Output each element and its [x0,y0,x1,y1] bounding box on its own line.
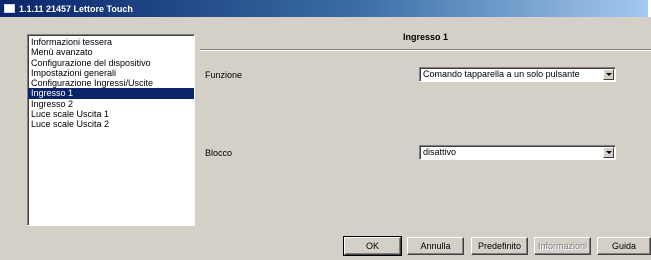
funzione-label: Funzione [205,70,243,80]
funzione-dropdown[interactable]: Comando tapparella a un solo pulsante [419,67,616,82]
sidebar-item-ingresso-2[interactable]: Ingresso 2 [28,99,194,109]
panel-divider [200,49,651,51]
sidebar-item-luce-scale-uscita-2[interactable]: Luce scale Uscita 2 [28,119,194,129]
blocco-value: disattivo [423,147,457,157]
chevron-down-icon[interactable] [603,147,614,158]
sidebar-item-menu-avanzato[interactable]: Menù avanzato [28,47,194,57]
sidebar-item-informazioni-tessera[interactable]: Informazioni tessera [28,37,194,47]
sidebar-list[interactable]: Informazioni tessera Menù avanzato Confi… [27,34,195,226]
predefinito-button[interactable]: Predefinito [471,237,528,255]
sidebar-item-impostazioni-generali[interactable]: Impostazioni generali [28,68,194,78]
sidebar-item-configurazione-io[interactable]: Configurazione Ingressi/Uscite [28,78,194,88]
sidebar-item-ingresso-1[interactable]: Ingresso 1 [28,88,194,99]
ok-button[interactable]: OK [343,236,402,256]
funzione-value: Comando tapparella a un solo pulsante [423,69,580,79]
chevron-down-icon[interactable] [603,69,614,80]
guida-button[interactable]: Guida [597,237,651,255]
panel-title: Ingresso 1 [402,32,449,42]
informazioni-button: Informazioni [534,237,591,255]
window-title: 1.1.11 21457 Lettore Touch [19,3,133,14]
blocco-dropdown[interactable]: disattivo [419,145,616,160]
sidebar-item-luce-scale-uscita-1[interactable]: Luce scale Uscita 1 [28,109,194,119]
sidebar-item-configurazione-dispositivo[interactable]: Configurazione del dispositivo [28,58,194,68]
app-icon [4,4,15,13]
title-bar: 1.1.11 21457 Lettore Touch [0,0,651,17]
annulla-button[interactable]: Annulla [407,237,464,255]
blocco-label: Blocco [205,148,233,158]
parameter-panel: Ingresso 1 Funzione Comando tapparella a… [200,26,651,227]
